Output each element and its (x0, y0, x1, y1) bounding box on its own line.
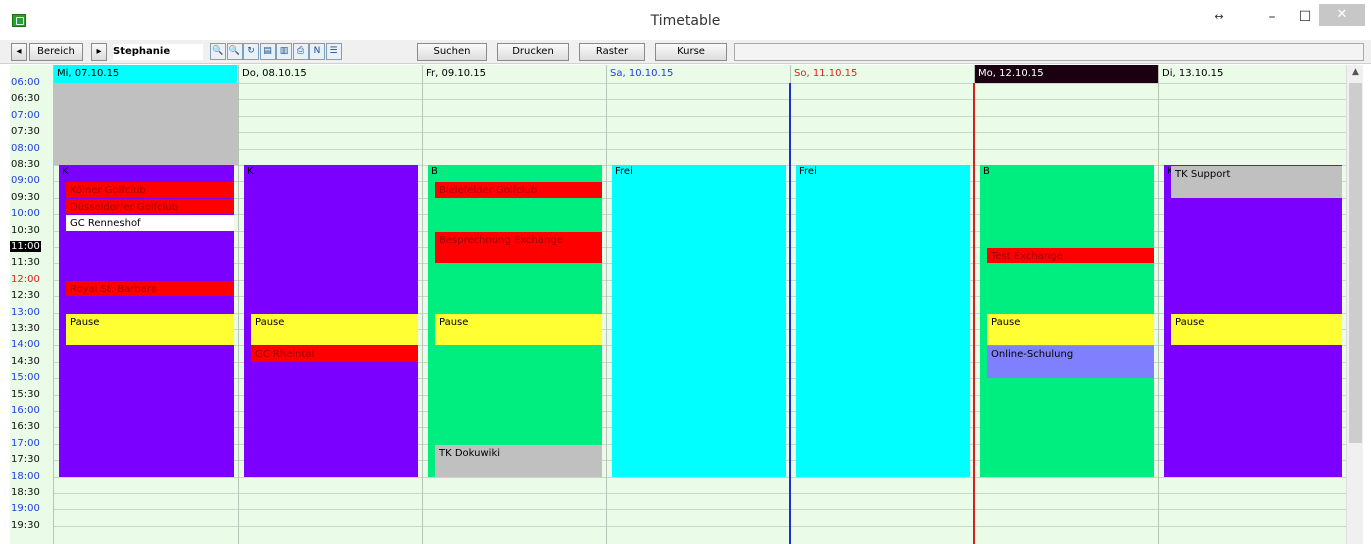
week-divider (789, 83, 791, 544)
toolbar-field (734, 43, 1364, 61)
time-label: 08:30 (11, 159, 40, 170)
calendar-event[interactable]: Bielefelder Golfclub (435, 182, 602, 198)
calendar-icon[interactable]: ▤ (259, 43, 276, 60)
calendar-event[interactable]: Düsseldorfer Golfclub (66, 198, 234, 215)
zoom-out-icon[interactable]: 🔍 (226, 43, 243, 60)
shift-block[interactable]: Frei (796, 165, 970, 477)
calendar-event[interactable]: Besprechnung Exchange (435, 231, 602, 264)
time-label: 13:00 (11, 306, 40, 318)
print-icon[interactable]: ⎙ (292, 43, 309, 60)
courses-button[interactable]: Kurse (655, 43, 727, 61)
scroll-up-icon[interactable]: ▲ (1349, 67, 1362, 80)
time-label: 13:30 (11, 323, 40, 334)
window-title: Timetable (650, 13, 721, 29)
search-button[interactable]: Suchen (417, 43, 487, 61)
zoom-in-icon[interactable]: 🔍 (210, 43, 226, 60)
calendar-event[interactable]: Pause (987, 313, 1154, 346)
time-label: 09:30 (11, 191, 40, 203)
day-header[interactable]: Do, 08.10.15 (239, 65, 422, 83)
time-label: 10:00 (11, 208, 40, 220)
calendar-event[interactable]: GC Rheintal (251, 346, 418, 362)
time-label: 18:30 (11, 487, 40, 498)
time-label: 14:30 (11, 355, 40, 367)
resize-icon[interactable]: ↔ (1200, 5, 1238, 31)
day-header[interactable]: Mo, 12.10.15 (975, 65, 1158, 83)
user-selector[interactable]: Stephanie (113, 44, 203, 60)
calendar-event[interactable]: Pause (435, 313, 602, 346)
time-label: 15:30 (11, 388, 40, 400)
calendar-event[interactable]: Online-Schulung (987, 346, 1154, 379)
time-label: 08:00 (11, 142, 40, 154)
time-axis: 06:00 06:30 07:00 07:30 08:00 08:30 09:00 09:30… (10, 65, 53, 544)
time-label: 16:30 (11, 421, 40, 433)
calendar-event[interactable]: Royal St. Barbara (66, 280, 234, 297)
time-label: 10:30 (11, 224, 40, 236)
calendar-event[interactable]: TK Dokuwiki (435, 444, 602, 477)
calendar-event[interactable]: Pause (1171, 313, 1342, 346)
toolbar: ◂ Bereich ▸ Stephanie 🔍 🔍 ↻ ▤ ▥ ⎙ N ☰ Suchen Dr… (0, 40, 1371, 64)
time-label: 06:00 (11, 77, 40, 88)
calendar-event[interactable]: TK Support (1171, 166, 1342, 198)
close-button[interactable]: ✕ (1319, 4, 1365, 26)
vertical-scrollbar[interactable]: ▲ (1346, 65, 1363, 544)
time-label: 07:00 (11, 109, 40, 121)
previous-area-button[interactable]: ◂ (11, 43, 27, 61)
time-label: 16:00 (11, 405, 40, 416)
layout-icon[interactable]: ☰ (325, 43, 342, 60)
title-bar: Timetable ↔ – ☐ ✕ (0, 0, 1371, 40)
time-label: 19:00 (11, 503, 40, 515)
n-icon[interactable]: N (309, 43, 325, 60)
time-label: 17:00 (11, 437, 40, 449)
calendar-event[interactable]: Pause (251, 313, 418, 346)
day-header[interactable]: Sa, 10.10.15 (607, 65, 790, 83)
time-label: 09:00 (11, 175, 40, 187)
time-label: 11:00 (10, 241, 41, 252)
time-label: 12:30 (11, 290, 40, 302)
day-header[interactable]: Fr, 09.10.15 (423, 65, 606, 83)
refresh-icon[interactable]: ↻ (243, 43, 259, 60)
shift-block[interactable]: Frei (612, 165, 786, 477)
time-label: 07:30 (11, 126, 40, 138)
raster-button[interactable]: Raster (579, 43, 645, 61)
calendar-event[interactable]: GC Renneshof (66, 215, 234, 231)
time-label: 14:00 (11, 339, 40, 351)
day-header[interactable]: So, 11.10.15 (791, 65, 974, 83)
calendar-event[interactable]: Test Exchange (987, 248, 1154, 264)
time-label: 19:30 (11, 519, 40, 531)
calendar-event[interactable]: Kölner Golfclub (66, 182, 234, 198)
calendar-event[interactable]: Pause (66, 313, 234, 346)
grid-icon[interactable]: ▥ (276, 43, 292, 60)
time-label: 06:30 (11, 93, 40, 105)
timetable-grid[interactable]: 06:00 06:30 07:00 07:30 08:00 08:30 09:00 09:30… (10, 65, 1346, 544)
time-label: 17:30 (11, 454, 40, 466)
blocked-slot (54, 83, 238, 165)
print-button[interactable]: Drucken (497, 43, 569, 61)
week-divider (973, 83, 975, 544)
day-header[interactable]: Di, 13.10.15 (1159, 65, 1346, 83)
time-label: 18:00 (11, 470, 40, 482)
time-label: 15:00 (11, 372, 40, 384)
time-label: 12:00 (11, 273, 40, 285)
day-header[interactable]: Mi, 07.10.15 (54, 65, 237, 83)
area-button[interactable]: Bereich (29, 43, 83, 61)
next-area-button[interactable]: ▸ (91, 43, 107, 61)
time-label: 11:30 (11, 257, 40, 269)
scroll-thumb[interactable] (1349, 83, 1362, 443)
